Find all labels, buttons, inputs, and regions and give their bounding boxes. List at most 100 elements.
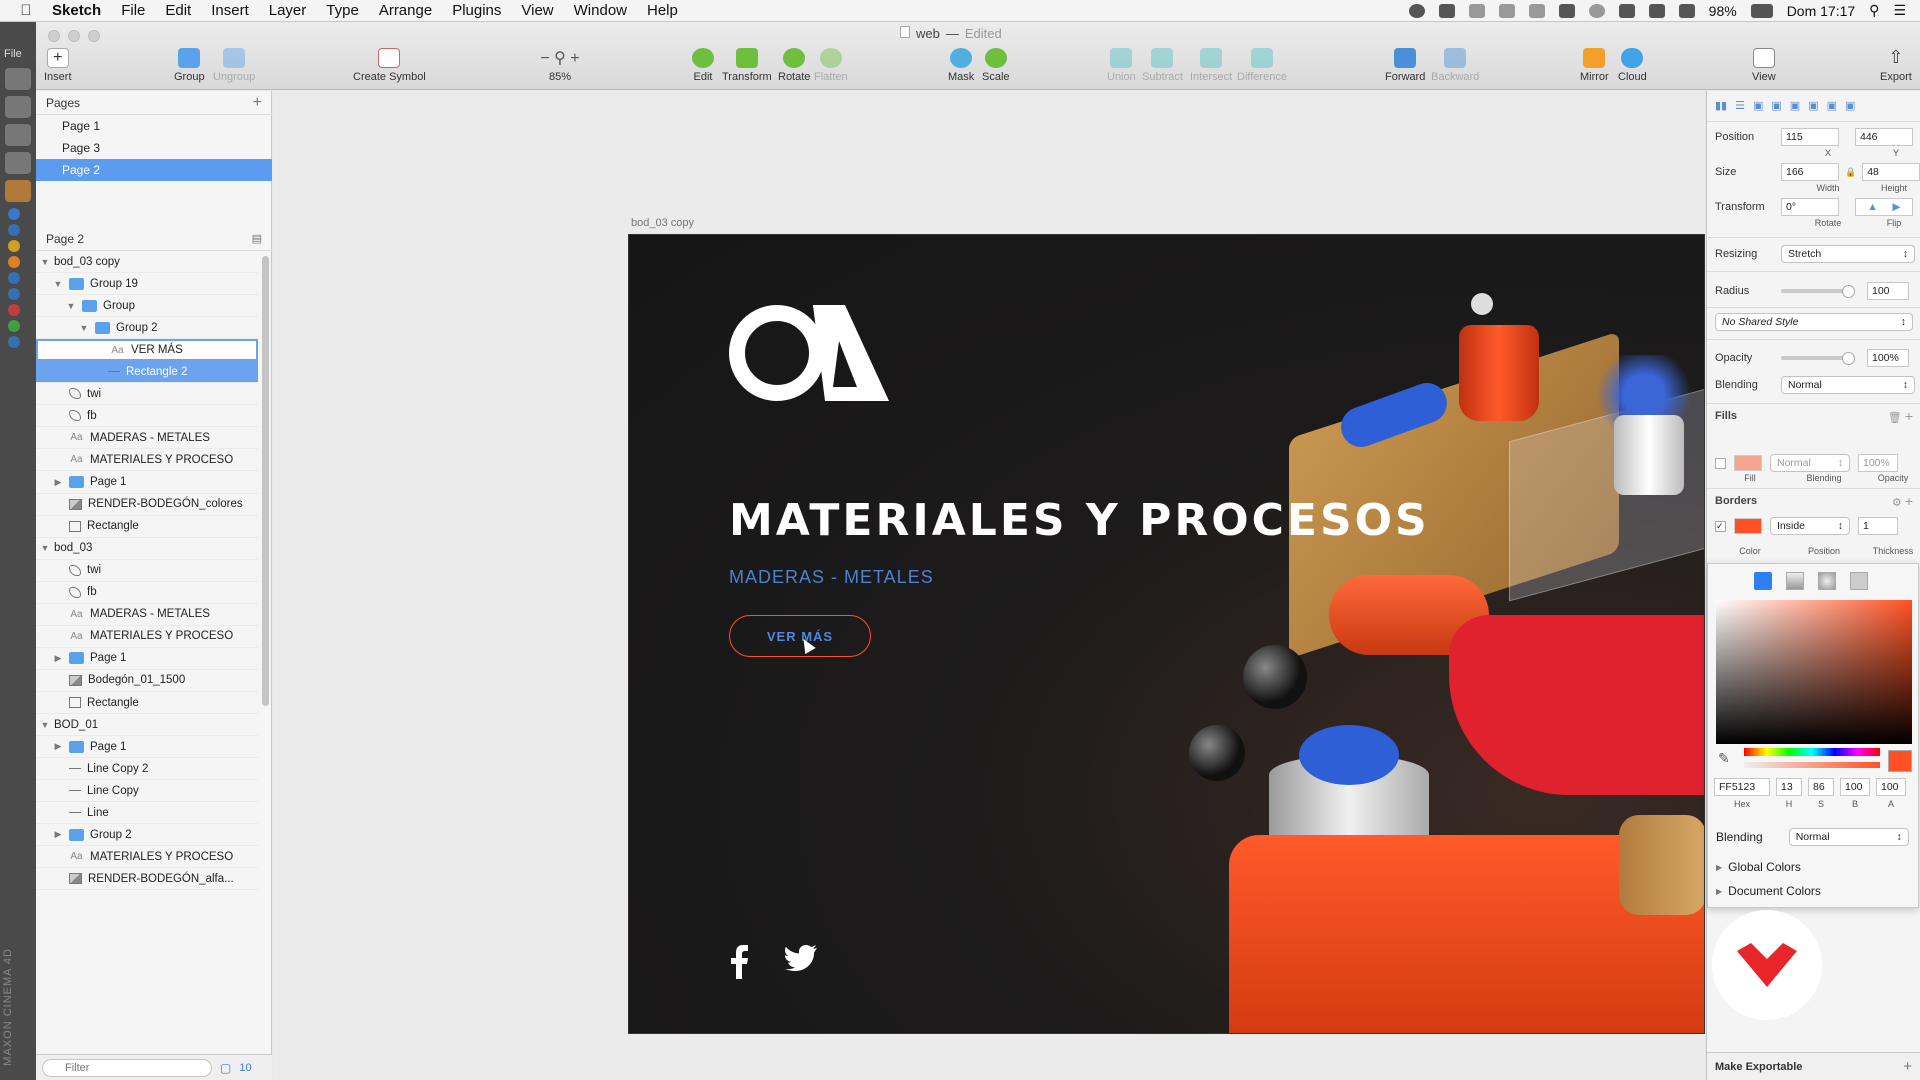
- height-field[interactable]: 48: [1862, 163, 1920, 181]
- layer-row[interactable]: ▶ Page 1: [36, 472, 258, 494]
- opacity-field[interactable]: 100%: [1867, 349, 1909, 367]
- layer-row[interactable]: ▼ Group 2: [36, 317, 258, 340]
- layer-row[interactable]: Aa MADERAS - METALES: [36, 604, 258, 626]
- app-icon[interactable]: [8, 336, 20, 348]
- layer-row[interactable]: Rectangle: [36, 692, 258, 715]
- layer-row[interactable]: Aa VER MÁS: [36, 339, 258, 362]
- union-button[interactable]: Union: [1107, 48, 1136, 83]
- view-button[interactable]: View: [1752, 48, 1776, 83]
- fill-checkbox[interactable]: [1715, 457, 1726, 469]
- forward-button[interactable]: Forward: [1385, 48, 1425, 83]
- layer-row[interactable]: Rectangle: [36, 516, 258, 538]
- rotate-button[interactable]: Rotate: [778, 48, 810, 83]
- layer-row[interactable]: ▼ BOD_01: [36, 714, 258, 737]
- menu-view[interactable]: View: [511, 2, 563, 19]
- alpha-field[interactable]: 100: [1876, 778, 1906, 796]
- layers-scrollbar[interactable]: [262, 256, 269, 706]
- layer-row[interactable]: Bodegón_01_1500: [36, 670, 258, 692]
- layer-row[interactable]: Aa MATERIALES Y PROCESO: [36, 846, 258, 869]
- artboard-label[interactable]: bod_03 copy: [631, 217, 694, 229]
- picker-blending-select[interactable]: Normal ↕: [1788, 828, 1909, 846]
- document-colors-row[interactable]: ▶ Document Colors: [1716, 884, 1821, 898]
- subtract-button[interactable]: Subtract: [1142, 48, 1183, 83]
- layer-row[interactable]: Rectangle 2: [36, 361, 258, 384]
- disclosure-open-icon[interactable]: ▼: [66, 301, 76, 311]
- transform-button[interactable]: Transform: [722, 48, 772, 83]
- layer-filter-icon[interactable]: ▢: [220, 1061, 231, 1075]
- intersect-button[interactable]: Intersect: [1190, 48, 1232, 83]
- lock-icon[interactable]: 🔒: [1845, 167, 1856, 178]
- app-icon[interactable]: [8, 272, 20, 284]
- fill-opacity-field[interactable]: 100%: [1858, 454, 1898, 472]
- mirror-button[interactable]: Mirror: [1580, 48, 1609, 83]
- app-icon[interactable]: [8, 288, 20, 300]
- layer-row[interactable]: fb: [36, 405, 258, 428]
- menu-arrange[interactable]: Arrange: [369, 2, 442, 19]
- shared-style-select[interactable]: No Shared Style ↕: [1715, 313, 1913, 331]
- make-exportable-row[interactable]: Make Exportable +: [1707, 1052, 1920, 1080]
- add-fill-icon[interactable]: +: [1905, 408, 1913, 424]
- app-icon[interactable]: [8, 256, 20, 268]
- layer-row[interactable]: ▶ Group 2: [36, 824, 258, 847]
- difference-button[interactable]: Difference: [1237, 48, 1287, 83]
- dropbox-icon[interactable]: [1438, 3, 1455, 18]
- disclosure-open-icon[interactable]: ▼: [40, 257, 50, 267]
- add-border-icon[interactable]: +: [1905, 493, 1913, 509]
- disclosure-open-icon[interactable]: ▼: [79, 323, 89, 333]
- facebook-icon[interactable]: [729, 945, 749, 979]
- layer-row[interactable]: Line Copy 2: [36, 758, 258, 781]
- ver-mas-button[interactable]: VER MÁS: [729, 615, 871, 657]
- border-checkbox[interactable]: ✓: [1715, 520, 1726, 532]
- menu-type[interactable]: Type: [316, 2, 369, 19]
- display-icon[interactable]: [1558, 3, 1575, 18]
- layer-row[interactable]: ▼ bod_03 copy: [36, 251, 258, 274]
- layer-row[interactable]: twi: [36, 560, 258, 582]
- collapse-icon[interactable]: ▤: [252, 232, 262, 245]
- gear-icon[interactable]: ⚙: [1892, 497, 1902, 509]
- border-position-select[interactable]: Inside ↕: [1770, 517, 1850, 535]
- eyedropper-icon[interactable]: ✎: [1718, 750, 1730, 767]
- fill-blending-select[interactable]: Normal ↕: [1770, 454, 1850, 472]
- group-button[interactable]: Group: [174, 48, 205, 83]
- grid-icon[interactable]: [5, 180, 31, 202]
- filter-input[interactable]: [42, 1058, 212, 1077]
- width-field[interactable]: 166: [1781, 163, 1839, 181]
- disclosure-closed-icon[interactable]: ▶: [53, 829, 63, 840]
- menu-app[interactable]: Sketch: [52, 2, 111, 19]
- disclosure-open-icon[interactable]: ▼: [40, 543, 50, 553]
- layer-row[interactable]: Line: [36, 802, 258, 825]
- trash-icon[interactable]: 🗑: [1888, 412, 1902, 424]
- global-colors-row[interactable]: ▶ Global Colors: [1716, 860, 1801, 874]
- page-item[interactable]: Page 1: [36, 115, 272, 137]
- zoom-window-button[interactable]: [88, 30, 100, 42]
- distribute-horizontal-icon[interactable]: ▮▮: [1715, 99, 1727, 112]
- position-y-field[interactable]: 446: [1855, 128, 1913, 146]
- disclosure-closed-icon[interactable]: ▶: [53, 741, 63, 752]
- menu-insert[interactable]: Insert: [201, 2, 259, 19]
- radius-field[interactable]: 100: [1867, 282, 1909, 300]
- layer-row[interactable]: Aa MADERAS - METALES: [36, 427, 258, 450]
- align-left-icon[interactable]: ▣: [1808, 99, 1818, 112]
- spotlight-icon[interactable]: ⚲: [1869, 2, 1879, 19]
- insert-button[interactable]: + Insert: [44, 48, 72, 83]
- page-item[interactable]: Page 3: [36, 137, 272, 159]
- opacity-slider[interactable]: [1781, 352, 1855, 365]
- menu-plugins[interactable]: Plugins: [442, 2, 511, 19]
- sync-icon[interactable]: [1468, 3, 1485, 18]
- record-icon[interactable]: [1408, 3, 1425, 18]
- bluetooth-icon[interactable]: [1648, 3, 1665, 18]
- battery-percent[interactable]: 98%: [1709, 3, 1737, 19]
- mask-button[interactable]: Mask: [948, 48, 974, 83]
- menu-layer[interactable]: Layer: [259, 2, 317, 19]
- radial-gradient-tab[interactable]: [1818, 572, 1836, 590]
- clock[interactable]: Dom 17:17: [1787, 3, 1855, 19]
- solid-fill-tab[interactable]: [1754, 572, 1772, 590]
- texture-icon[interactable]: [5, 96, 31, 118]
- brightness-field[interactable]: 100: [1840, 778, 1870, 796]
- alpha-slider[interactable]: [1744, 762, 1880, 768]
- twitter-icon[interactable]: [785, 945, 817, 971]
- hex-field[interactable]: FF5123: [1714, 778, 1770, 796]
- layer-row[interactable]: RENDER-BODEGÓN_colores: [36, 494, 258, 516]
- cloud-button[interactable]: Cloud: [1618, 48, 1647, 83]
- hue-slider[interactable]: [1744, 748, 1880, 756]
